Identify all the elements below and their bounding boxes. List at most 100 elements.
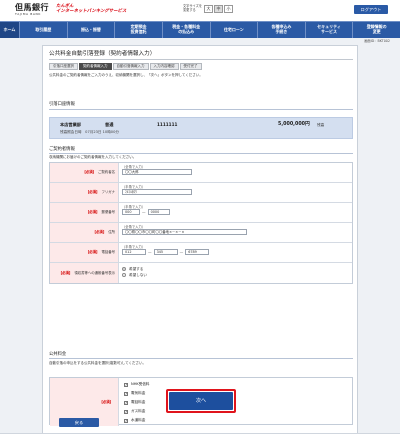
fee-checkbox-nhk[interactable]: ✓ [124, 382, 128, 387]
nav-transfer-label: 振込・振替 [80, 26, 101, 32]
fee-label-nhk: NHK受信料 [131, 382, 150, 387]
bank-logo[interactable]: 但馬銀行 TAJIMA BANK [15, 3, 49, 17]
notice-label-text: 領収書等への通帳番号表示 [74, 270, 115, 275]
fee-item-water[interactable]: ✓ 水道料金 [124, 416, 347, 425]
nav-payment[interactable]: 税金・各種料金 の払込み [163, 22, 211, 38]
fee-checkbox-electric[interactable]: ✓ [124, 391, 128, 396]
nav-history-label: 取引履歴 [35, 26, 52, 32]
fee-checkbox-gas[interactable]: ✓ [124, 409, 128, 414]
page-title: 公共料金自動引落登録（契約者情報入力） [49, 51, 156, 57]
back-button[interactable]: 戻る [59, 418, 99, 427]
required-mark: 【必須】 [85, 250, 100, 255]
account-section-title: 引落口座情報 [49, 102, 75, 107]
step-debit-info: 自動引落情報入力 [112, 63, 149, 70]
row-kana: 【必須】 フリガナ （半角で入力） ﾏﾙﾏﾙﾀﾛｳ [50, 183, 352, 203]
notice-yes-label: 希望する [129, 266, 144, 271]
nav-home[interactable]: ホーム [0, 22, 20, 38]
name-label-text: ご契約者名 [98, 170, 115, 175]
kana-input[interactable]: ﾏﾙﾏﾙﾀﾛｳ [122, 189, 192, 195]
name-label: 【必須】 ご契約者名 [50, 163, 119, 182]
fee-label-electric: 電気料金 [131, 391, 146, 396]
notice-no-radio[interactable] [122, 273, 126, 277]
zip-input-2[interactable]: 0000 [147, 209, 170, 215]
zip-label-text: 郵便番号 [101, 210, 115, 215]
address-label-text: 住所 [108, 230, 115, 235]
notice-no-option[interactable]: 希望しない [122, 272, 349, 278]
tel-field-cell: （半角で入力） 012 — 345 — 6789 [119, 243, 352, 262]
font-size-medium-button[interactable]: 中 [214, 5, 223, 13]
fee-checkbox-water[interactable]: ✓ [124, 418, 128, 423]
zip-label: 【必須】 郵便番号 [50, 203, 119, 222]
service-name-line2: インターネットバンキングサービス [56, 9, 127, 14]
account-type: 普通 [105, 122, 114, 127]
logo-jp: 但馬銀行 [15, 3, 49, 12]
font-size-large-button[interactable]: 大 [204, 5, 213, 13]
row-tel: 【必須】 電話番号 （半角で入力） 012 — 345 — 6789 [50, 243, 352, 263]
global-nav: ホーム 取引履歴 振込・振替 定期預金 投資信託 税金・各種料金 の払込み 住宅… [0, 21, 400, 38]
notice-no-label: 希望しない [129, 272, 147, 277]
zip-input-1[interactable]: 000 [122, 209, 140, 215]
kana-label: 【必須】 フリガナ [50, 183, 119, 202]
contract-section-title: ご契約者情報 [49, 147, 75, 152]
address-input[interactable]: 〇〇県〇〇市〇〇町〇〇番地×－×－× [122, 229, 247, 235]
fees-section-divider [49, 358, 353, 359]
fee-checkbox-phone[interactable]: ✓ [124, 400, 128, 405]
nav-transfer[interactable]: 振込・振替 [68, 22, 116, 38]
address-label: 【必須】 住所 [50, 223, 119, 242]
tel-dash-2: — [179, 249, 184, 254]
required-mark: 【必須】 [58, 270, 73, 275]
fee-label-water: 水道料金 [131, 418, 146, 423]
notice-label: 【必須】 領収書等への通帳番号表示 [50, 263, 119, 283]
account-info-box: 本店営業部 普通 1111111 5,000,000円 残高 残高照会日時 07… [49, 117, 353, 139]
nav-security[interactable]: セキュリティ サービス [306, 22, 354, 38]
nav-deposit-label: 定期預金 投資信託 [130, 24, 147, 34]
zip-dash: — [142, 209, 146, 214]
account-section-divider [49, 109, 353, 110]
content-panel: 公共料金自動引落登録（契約者情報入力） 引落口座選択 契約者情報入力 自動引落情… [42, 45, 358, 436]
tel-input-1[interactable]: 012 [122, 249, 146, 255]
fee-label-gas: ガス料金 [131, 409, 146, 414]
tel-input-3[interactable]: 6789 [185, 249, 210, 255]
nav-loan-label: 住宅ローン [223, 26, 244, 32]
required-mark: 【必須】 [99, 399, 113, 404]
tel-inputs: 012 — 345 — 6789 [122, 249, 349, 255]
step-indicator: 引落口座選択 契約者情報入力 自動引落情報入力 入力内容確認 受付完了 [49, 63, 202, 70]
kana-field-cell: （半角で入力） ﾏﾙﾏﾙﾀﾛｳ [119, 183, 352, 202]
font-size-small-button[interactable]: 小 [224, 5, 233, 13]
tel-dash-1: — [148, 249, 152, 254]
nav-payment-label: 税金・各種料金 の払込み [172, 24, 201, 34]
header: 但馬銀行 TAJIMA BANK たんぎん インターネットバンキングサービス 文… [0, 0, 400, 21]
next-button[interactable]: 次へ [169, 392, 233, 410]
font-size-buttons: 大 中 小 [204, 5, 233, 13]
nav-home-label: ホーム [3, 26, 16, 32]
nav-profile[interactable]: 登録情報の 変更 [353, 22, 400, 38]
step-account: 引落口座選択 [49, 63, 78, 70]
notice-field-cell: 希望する 希望しない [119, 263, 352, 283]
required-mark: 【必須】 [82, 170, 97, 175]
notice-yes-radio[interactable] [122, 267, 126, 271]
account-balance: 5,000,000円 [278, 122, 310, 127]
step-complete: 受付完了 [179, 63, 202, 70]
fee-label-phone: 電話料金 [131, 400, 146, 405]
tel-label: 【必須】 電話番号 [50, 243, 119, 262]
row-notice: 【必須】 領収書等への通帳番号表示 希望する 希望しない [50, 263, 352, 283]
logout-button[interactable]: ログアウト [354, 5, 388, 14]
nav-history[interactable]: 取引履歴 [20, 22, 68, 38]
name-input[interactable]: 〇〇大郎 [122, 169, 192, 175]
tel-input-2[interactable]: 345 [153, 249, 178, 255]
step-contract: 契約者情報入力 [79, 63, 112, 70]
contract-form: 【必須】 ご契約者名 （全角で入力） 〇〇大郎 【必須】 フリガナ （半角で入力） … [49, 162, 353, 284]
row-zip: 【必須】 郵便番号 （半角で入力） 000 — 0000 [50, 203, 352, 223]
nav-profile-label: 登録情報の 変更 [366, 24, 387, 34]
account-number: 1111111 [157, 122, 178, 127]
account-balance-date: 残高照会日時 07月23日 10時00分 [60, 130, 119, 134]
lead-text: 公共料金のご契約者情報をご入力のうえ、収納機関を選択し、「次へ」ボタンを押してく… [49, 73, 203, 77]
nav-deposit[interactable]: 定期預金 投資信託 [115, 22, 163, 38]
fee-item-nhk[interactable]: ✓ NHK受信料 [124, 380, 347, 389]
nav-loan[interactable]: 住宅ローン [211, 22, 259, 38]
font-size-label-2: 変更する [183, 7, 196, 12]
screen-id: 画面ID：BKT002 [364, 39, 390, 43]
nav-apply[interactable]: 各種申込み 手続き [258, 22, 306, 38]
fees-section-title: 公共料金 [49, 352, 67, 357]
main-area: 画面ID：BKT002 公共料金自動引落登録（契約者情報入力） 引落口座選択 契… [0, 38, 400, 442]
